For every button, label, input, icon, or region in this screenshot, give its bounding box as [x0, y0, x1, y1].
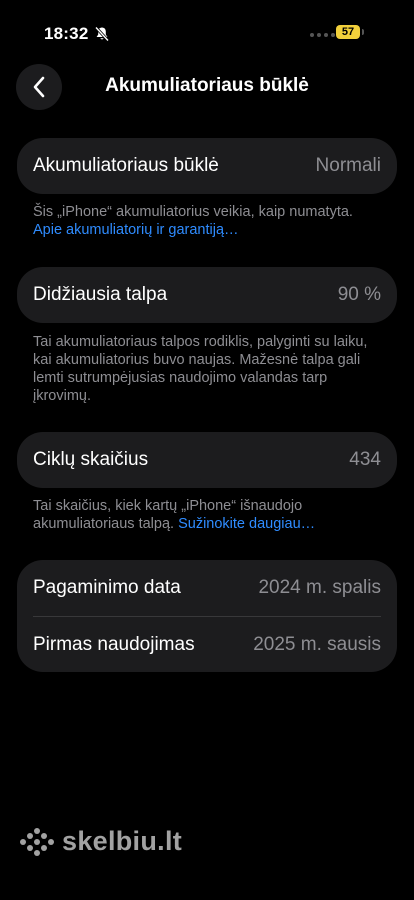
dates-card: Pagaminimo data 2024 m. spalis Pirmas na…	[17, 560, 397, 672]
battery-health-value: Normali	[315, 155, 381, 176]
max-capacity-value: 90 %	[337, 284, 381, 305]
cycle-count-value: 434	[349, 449, 381, 470]
battery-health-card: Akumuliatoriaus būklė Normali	[17, 138, 397, 194]
watermark: skelbiu.lt	[20, 826, 182, 857]
learn-more-link[interactable]: Sužinokite daugiau…	[178, 516, 315, 532]
first-use-value: 2025 m. sausis	[253, 634, 381, 655]
max-capacity-note: Tai akumuliatoriaus talpos rodiklis, pal…	[33, 334, 368, 404]
watermark-logo-icon	[20, 827, 54, 856]
cycle-count-card: Ciklų skaičius 434	[17, 432, 397, 488]
page-title: Akumuliatoriaus būklė	[105, 75, 309, 96]
battery-tip	[362, 29, 364, 35]
bell-slash-icon	[94, 26, 110, 42]
status-bar: 18:32 57	[0, 0, 414, 60]
cycle-count-row: Ciklų skaičius 434	[33, 432, 381, 488]
cycle-count-label: Ciklų skaičius	[33, 449, 149, 470]
status-time: 18:32	[44, 24, 89, 43]
cycle-count-note: Tai skaičius, kiek kartų „iPhone“ išnaud…	[33, 497, 383, 533]
first-use-row: Pirmas naudojimas 2025 m. sausis	[33, 617, 381, 673]
manufacture-date-row: Pagaminimo data 2024 m. spalis	[33, 560, 381, 616]
battery-health-label: Akumuliatoriaus būklė	[33, 155, 219, 176]
warranty-link[interactable]: Apie akumuliatorių ir garantiją…	[33, 222, 239, 238]
battery-health-row: Akumuliatoriaus būklė Normali	[33, 138, 381, 194]
cellular-signal-icon	[310, 33, 335, 37]
max-capacity-card: Didžiausia talpa 90 %	[17, 267, 397, 323]
manufacture-date-label: Pagaminimo data	[33, 577, 181, 598]
battery-icon: 57	[336, 25, 360, 39]
watermark-text: skelbiu.lt	[62, 826, 183, 856]
max-capacity-label: Didžiausia talpa	[33, 284, 168, 305]
max-capacity-row: Didžiausia talpa 90 %	[33, 267, 381, 323]
battery-health-note-text: Šis „iPhone“ akumuliatorius veikia, kaip…	[33, 204, 353, 220]
manufacture-date-value: 2024 m. spalis	[258, 577, 381, 598]
first-use-label: Pirmas naudojimas	[33, 634, 195, 655]
battery-health-note: Šis „iPhone“ akumuliatorius veikia, kaip…	[33, 203, 383, 239]
